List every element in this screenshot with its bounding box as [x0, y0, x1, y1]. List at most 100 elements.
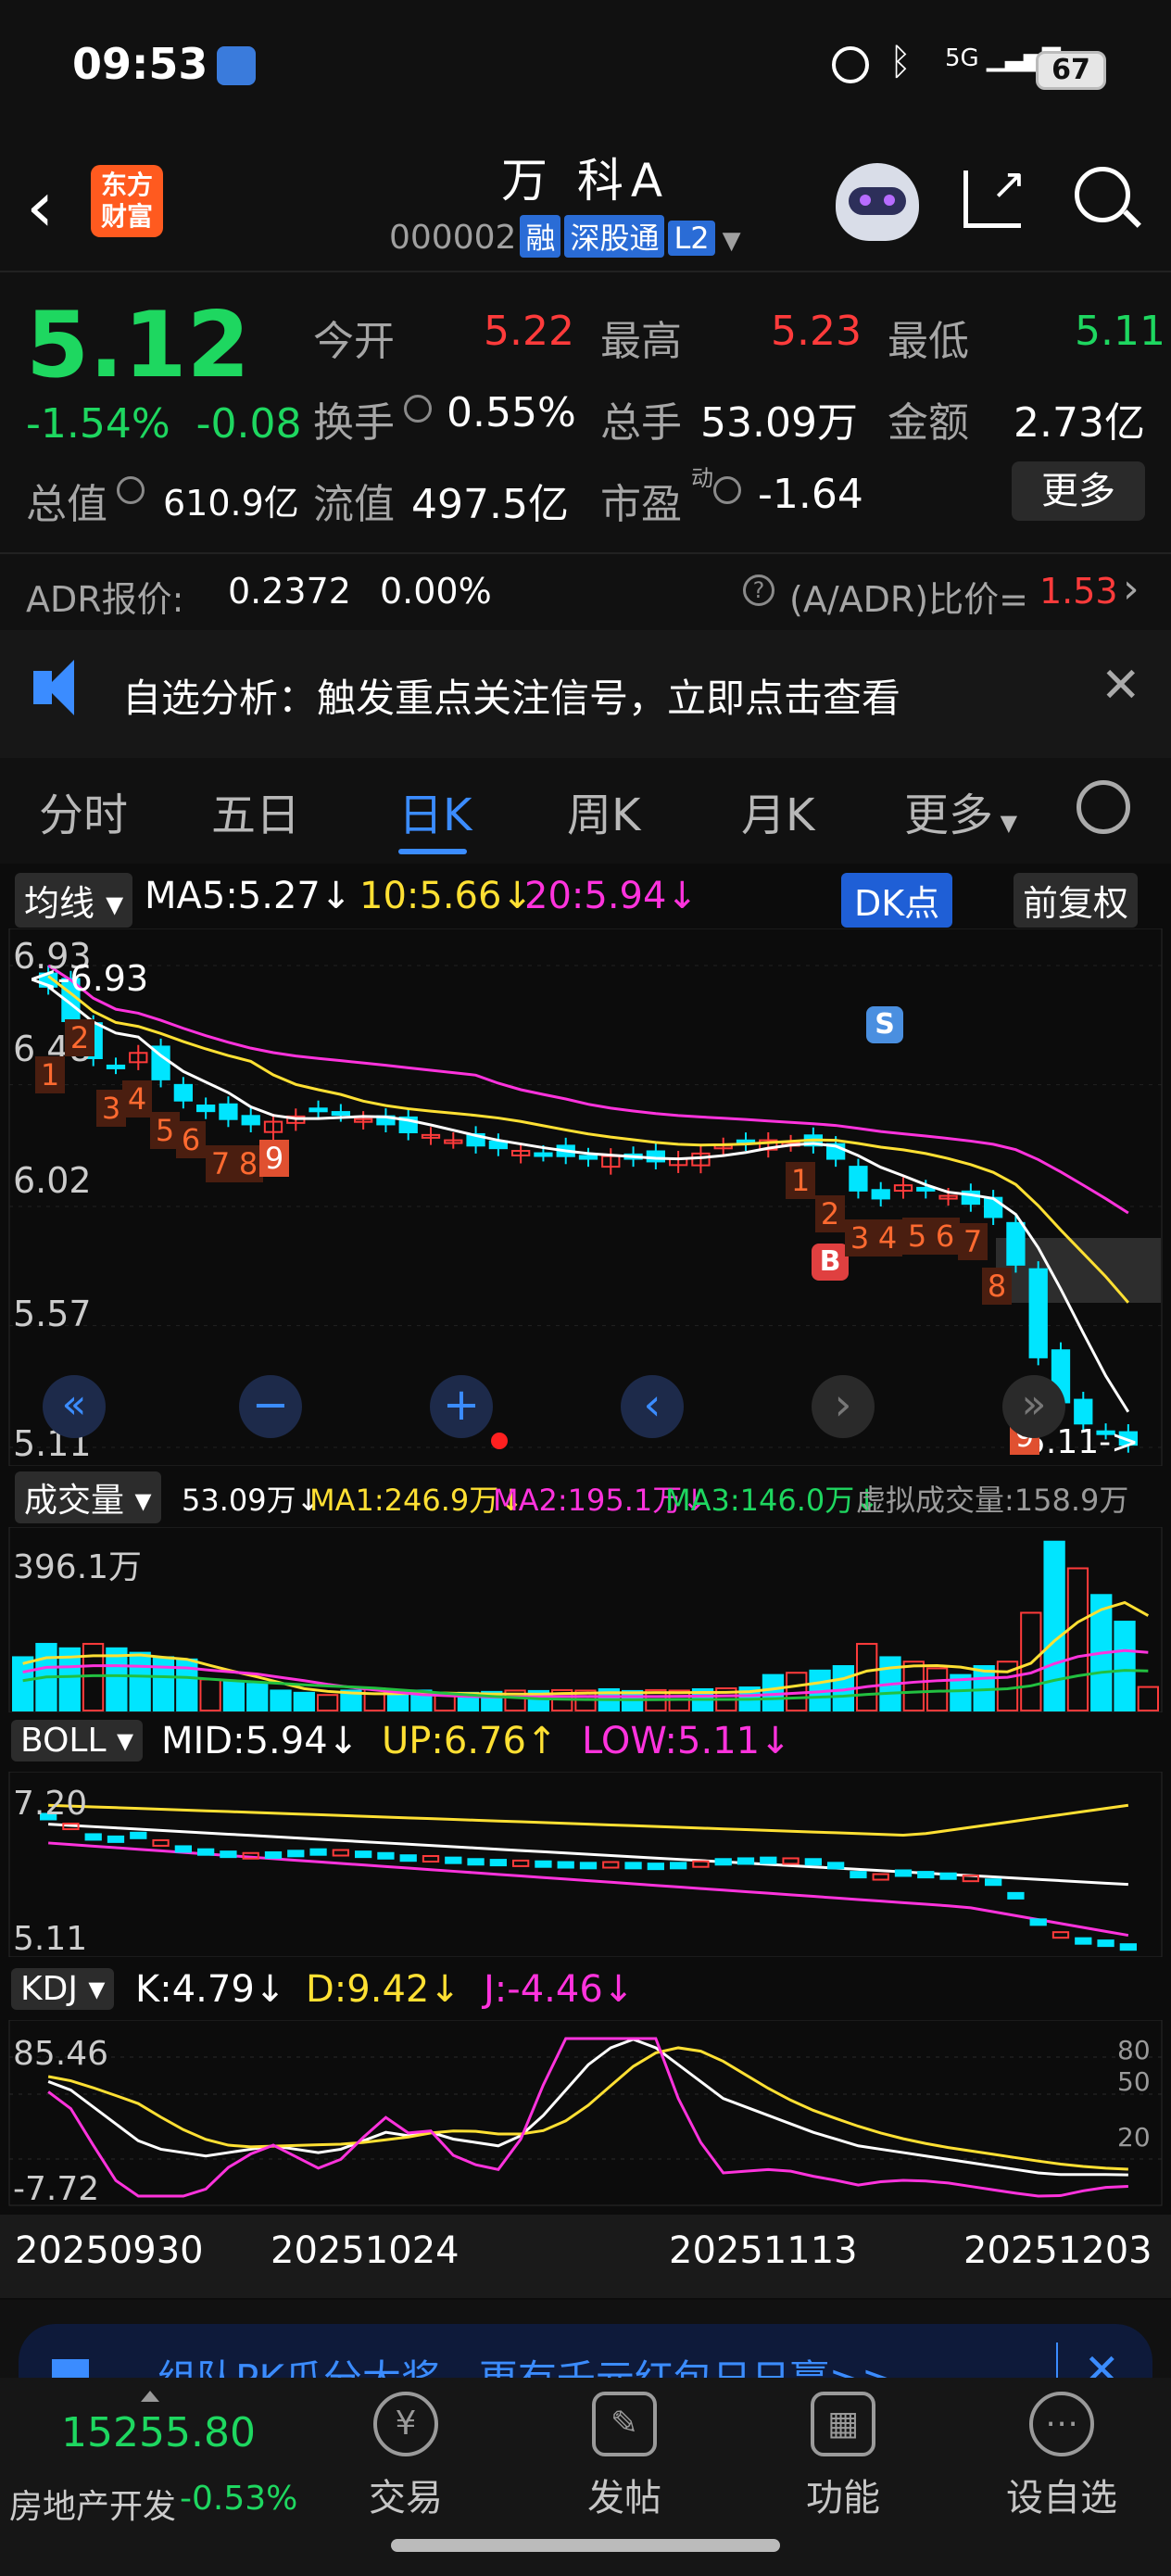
active-tab-indicator	[398, 849, 467, 854]
td-sequence-number: 6	[176, 1121, 206, 1158]
search-icon[interactable]	[1075, 167, 1141, 228]
volume-bar	[152, 1656, 175, 1712]
price-change: -1.54% -0.08	[26, 400, 302, 448]
volume-value: 53.09万	[700, 399, 858, 447]
boll-candle	[1051, 1931, 1070, 1939]
buy-signal-marker[interactable]: B	[812, 1244, 849, 1281]
nav-post[interactable]: ✎ 发帖	[532, 2378, 717, 2521]
date-label-2: 20251024	[271, 2229, 460, 2272]
pe-superscript: 动	[691, 465, 713, 491]
scroll-right-button[interactable]: ›	[812, 1375, 875, 1438]
sell-signal-marker[interactable]: S	[866, 1006, 903, 1043]
tab-more[interactable]: 更多 ▼	[904, 778, 1017, 843]
period-tabs: 分时 五日 日K 周K 月K 更多 ▼	[0, 760, 1171, 862]
volume-bar	[1066, 1567, 1089, 1712]
boll-candle	[489, 1859, 508, 1867]
index-value[interactable]: 15255.80	[61, 2409, 256, 2456]
boll-candle	[737, 1857, 755, 1865]
index-change[interactable]: -0.53%	[180, 2480, 297, 2518]
home-indicator	[391, 2539, 780, 2552]
kline-y-label-4: 5.57	[13, 1294, 92, 1334]
stock-code-line[interactable]: 000002 融深股通 L2 ▼	[389, 215, 741, 258]
td-sequence-number: 9	[259, 1140, 289, 1177]
kdj-dropdown-button[interactable]: KDJ ▾	[11, 1968, 115, 2010]
volume-bar	[293, 1691, 315, 1712]
index-name[interactable]: 房地产开发	[9, 2480, 176, 2528]
turnover-value: 0.55%	[447, 389, 576, 436]
kline-chart[interactable]	[0, 928, 1171, 1466]
amount-value: 2.73亿	[1014, 399, 1145, 447]
volume-label: 总手	[600, 399, 682, 447]
date-label-4: 20251203	[963, 2229, 1152, 2272]
boll-candle	[1075, 1937, 1092, 1945]
boll-up-line	[48, 1803, 1129, 1837]
app-notification-icon	[217, 46, 256, 85]
chevron-down-icon: ▼	[722, 227, 741, 255]
kline-candle-body	[331, 1111, 351, 1117]
kline-candle-body	[534, 1152, 553, 1157]
boll-candle	[1007, 1891, 1025, 1900]
status-time: 09:53	[72, 39, 208, 89]
nav-trade[interactable]: ¥ 交易	[313, 2378, 498, 2521]
boll-candle	[782, 1857, 800, 1865]
more-button[interactable]: 更多	[1012, 461, 1145, 521]
tab-monthly-k[interactable]: 月K	[741, 778, 814, 843]
zoom-in-button[interactable]: +	[430, 1375, 493, 1438]
expand-up-icon[interactable]	[141, 2391, 159, 2402]
stock-code: 000002	[389, 219, 517, 257]
help-icon[interactable]: ?	[743, 575, 774, 606]
scroll-left-button[interactable]: ‹	[621, 1375, 684, 1438]
chevron-right-icon[interactable]: ›	[1123, 565, 1140, 612]
notice-bar[interactable]: 自选分析：触发重点关注信号，立即点击查看 ✕	[0, 630, 1171, 758]
scroll-left-far-button[interactable]: «	[43, 1375, 106, 1438]
robot-avatar-icon[interactable]	[836, 163, 919, 241]
info-icon[interactable]	[117, 476, 145, 504]
adr-ratio[interactable]: 1.53	[1039, 571, 1118, 612]
boll-dropdown-button[interactable]: BOLL ▾	[11, 1720, 144, 1762]
volume-bar	[12, 1656, 34, 1712]
boll-candle	[84, 1833, 102, 1841]
open-row: 今开	[313, 308, 395, 367]
settings-gear-icon[interactable]	[1077, 780, 1130, 834]
boll-up: UP:6.76↑	[382, 1720, 558, 1762]
boll-candle	[174, 1845, 192, 1853]
boll-candle	[872, 1873, 889, 1881]
td-sequence-number: 4	[873, 1219, 902, 1256]
zoom-out-button[interactable]: −	[239, 1375, 302, 1438]
tab-daily-k[interactable]: 日K	[398, 778, 472, 843]
scroll-right-far-button[interactable]: »	[1002, 1375, 1065, 1438]
kdj-k-line	[47, 2038, 1128, 2177]
adr-ratio-label[interactable]: (A/ADR)比价=	[789, 571, 1028, 622]
kline-candle-body	[916, 1186, 936, 1192]
info-icon[interactable]	[713, 476, 741, 504]
kline-candle-body	[984, 1196, 1003, 1219]
boll-candle	[1029, 1918, 1047, 1926]
kdj-chart[interactable]	[0, 2020, 1171, 2215]
boll-candle	[579, 1862, 598, 1870]
adjustment-button[interactable]: 前复权	[1014, 873, 1139, 928]
dk-point-button[interactable]: DK点	[841, 873, 953, 928]
boll-candle	[602, 1861, 620, 1869]
td-sequence-number: 3	[845, 1219, 875, 1256]
boll-chart[interactable]	[0, 1772, 1171, 1957]
tab-intraday[interactable]: 分时	[39, 778, 128, 843]
boll-candle	[197, 1848, 215, 1856]
nav-functions[interactable]: ▦ 功能	[750, 2378, 936, 2521]
info-icon[interactable]	[404, 395, 432, 423]
boll-candle	[624, 1862, 642, 1870]
volume-ma3: MA3:146.0万↓	[665, 1483, 880, 1518]
notice-text: 自选分析：触发重点关注信号，立即点击查看	[122, 676, 901, 721]
boll-candle	[399, 1854, 417, 1863]
share-icon[interactable]: ↗	[963, 162, 1026, 228]
nav-watchlist[interactable]: ⋯ 设自选	[969, 2378, 1154, 2521]
boll-candle	[827, 1862, 845, 1870]
tab-five-day[interactable]: 五日	[211, 778, 300, 843]
open-value: 5.22	[484, 308, 574, 355]
tab-weekly-k[interactable]: 周K	[567, 778, 640, 843]
volume-chart[interactable]	[0, 1527, 1171, 1712]
close-icon[interactable]: ✕	[1101, 658, 1141, 713]
volume-dropdown-button[interactable]: 成交量 ▾	[15, 1471, 161, 1523]
ma10-value: 10:5.66↓	[359, 875, 533, 917]
kdj-y-top: 85.46	[13, 2035, 109, 2073]
ma-dropdown-button[interactable]: 均线 ▾	[15, 873, 133, 928]
